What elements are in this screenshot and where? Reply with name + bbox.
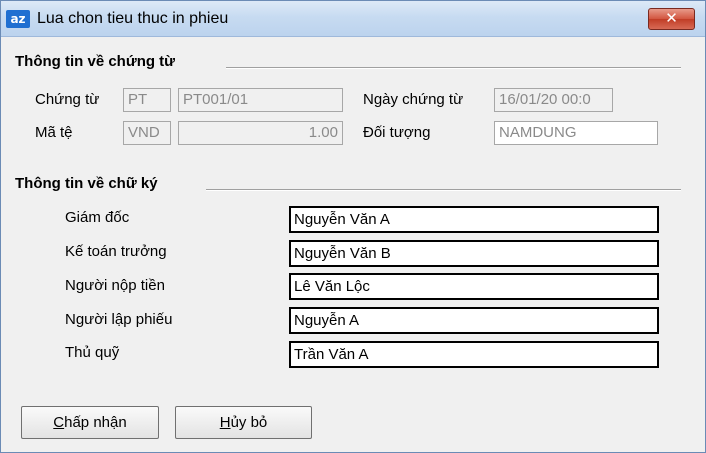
cancel-label: ủy bỏ (230, 414, 268, 431)
subject-field[interactable]: NAMDUNG (494, 121, 658, 145)
currency-label: Mã tệ (35, 124, 73, 141)
chief-accountant-label: Kế toán trưởng (65, 243, 167, 260)
cashier-label: Thủ quỹ (65, 344, 120, 361)
chief-accountant-field[interactable]: Nguyễn Văn B (289, 240, 659, 267)
section-divider (226, 67, 681, 69)
exchange-rate-field[interactable]: 1.00 (178, 121, 343, 145)
signature-section-title: Thông tin về chữ ký (15, 175, 158, 192)
cancel-button[interactable]: Hủy bỏ (175, 406, 312, 439)
voucher-label: Chứng từ (35, 91, 100, 108)
section-divider (206, 189, 681, 191)
subject-label: Đối tượng (363, 124, 431, 141)
payer-label: Người nộp tiền (65, 277, 165, 294)
voucher-date-label: Ngày chứng từ (363, 91, 464, 108)
close-button[interactable]: ✕ (648, 8, 695, 30)
voucher-number-field[interactable]: PT001/01 (178, 88, 343, 112)
accept-hotkey: C (53, 414, 65, 431)
voucher-date-field[interactable]: 16/01/20 00:0 (494, 88, 613, 112)
accept-button[interactable]: Chấp nhận (21, 406, 159, 439)
director-field[interactable]: Nguyễn Văn A (289, 206, 659, 233)
voucher-type-field[interactable]: PT (123, 88, 171, 112)
cancel-hotkey: H (219, 414, 231, 431)
title-bar[interactable]: az Lua chon tieu thuc in phieu ✕ (1, 1, 705, 37)
payer-field[interactable]: Lê Văn Lộc (289, 273, 659, 300)
dialog-window: az Lua chon tieu thuc in phieu ✕ Thông t… (0, 0, 706, 453)
accept-label: hấp nhận (64, 414, 127, 431)
window-title: Lua chon tieu thuc in phieu (37, 10, 229, 27)
director-label: Giám đốc (65, 209, 130, 226)
currency-code-field[interactable]: VND (123, 121, 171, 145)
document-section-title: Thông tin về chứng từ (15, 53, 176, 70)
cashier-field[interactable]: Trần Văn A (289, 341, 659, 368)
app-icon: az (6, 10, 30, 28)
preparer-field[interactable]: Nguyễn A (289, 307, 659, 334)
preparer-label: Người lập phiếu (65, 311, 173, 328)
